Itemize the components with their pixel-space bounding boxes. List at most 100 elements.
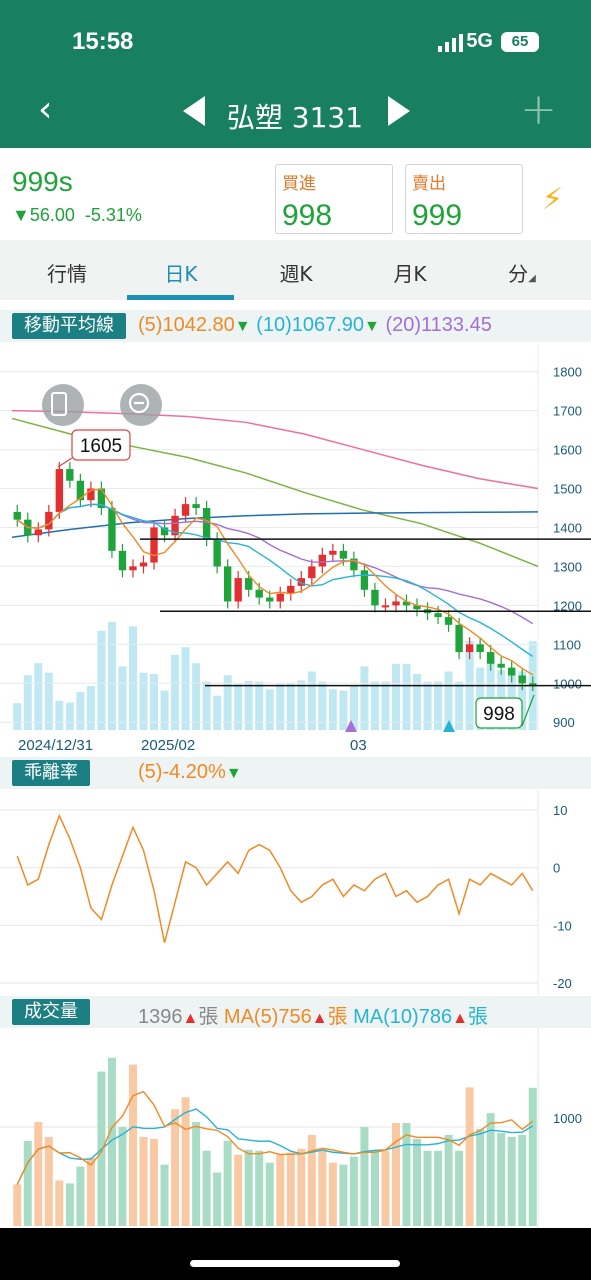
tab-quote[interactable]: 行情	[17, 258, 117, 287]
price-volume-bar	[44, 672, 53, 730]
price-volume-bar	[150, 674, 159, 730]
price-volume-bar	[328, 689, 337, 730]
price-volume-bar	[402, 663, 411, 730]
up-triangle-icon: ▲	[311, 1010, 328, 1027]
volume-bar	[465, 1087, 474, 1226]
bias-indicator-row: 乖離率 (5)-4.20%▼	[0, 757, 591, 789]
price-volume-bar	[455, 681, 464, 730]
active-tab-indicator	[127, 295, 234, 300]
next-stock-icon[interactable]	[388, 96, 410, 126]
price-volume-bar	[423, 681, 432, 730]
price-y-tick: 1100	[553, 637, 581, 652]
volume-bar	[455, 1150, 464, 1226]
tab-monthly-k[interactable]: 月K	[360, 258, 460, 287]
volume-bar	[244, 1149, 253, 1226]
price-volume-bar	[55, 700, 64, 730]
candle-body	[13, 511, 21, 520]
volume-bar	[223, 1140, 232, 1226]
bias-indicator-selector[interactable]: 乖離率	[12, 760, 90, 786]
sell-box[interactable]: 賣出 999	[405, 164, 523, 234]
price-volume-bar	[255, 681, 264, 730]
volume-bar	[171, 1109, 180, 1226]
price-chart[interactable]: 1800170016001500140013001200110010009002…	[0, 345, 591, 755]
volume-bar	[370, 1150, 379, 1226]
network-type: 5G	[466, 30, 493, 52]
nav-bar: ‹ 弘塑 3131 +	[0, 78, 591, 148]
volume-bar	[328, 1162, 337, 1226]
volume-bar	[413, 1138, 422, 1226]
volume-bar	[444, 1134, 453, 1226]
tab-minute[interactable]: 分◢	[472, 258, 572, 287]
buy-price: 998	[282, 199, 333, 232]
volume-bar	[255, 1150, 264, 1226]
volume-bar	[13, 1184, 22, 1226]
candle-body	[465, 644, 474, 653]
volume-ma5: MA(5)756	[223, 1006, 312, 1028]
volume-bar	[518, 1134, 527, 1226]
ma-indicator-selector[interactable]: 移動平均線	[12, 313, 126, 339]
candle-body	[381, 605, 390, 608]
tab-weekly-k[interactable]: 週K	[246, 258, 346, 287]
candle-body	[518, 675, 526, 684]
tab-daily-k[interactable]: 日K	[131, 258, 231, 287]
ma10-value: (10)1067.90	[256, 314, 365, 336]
volume-bar	[434, 1150, 443, 1226]
volume-bar	[65, 1183, 74, 1226]
bias-line	[16, 813, 534, 943]
ma20-value: (20)1133.45	[385, 314, 492, 336]
down-triangle-icon: ▼	[12, 205, 30, 225]
price-y-tick: 1300	[553, 559, 582, 574]
volume-bar	[213, 1172, 222, 1226]
ma-values: (5)1042.80▼ (10)1067.90▼ (20)1133.45	[138, 314, 492, 337]
candle-body	[202, 508, 211, 540]
price-volume-bar	[434, 681, 443, 730]
volume-bar	[297, 1148, 306, 1226]
volume-bar	[202, 1150, 211, 1226]
candle-body	[329, 550, 337, 555]
price-volume-bar	[118, 666, 127, 730]
ma-indicator-row: 移動平均線 (5)1042.80▼ (10)1067.90▼ (20)1133.…	[0, 310, 591, 342]
rotate-screen-icon	[42, 384, 84, 426]
candle-body	[476, 644, 484, 653]
volume-bar	[476, 1128, 485, 1226]
back-chevron-icon[interactable]: ‹	[38, 90, 52, 130]
bottom-bar	[0, 1228, 591, 1280]
volume-bar	[349, 1156, 358, 1226]
price-y-tick: 1800	[553, 365, 582, 380]
battery-icon: 65	[501, 32, 539, 52]
price-y-tick: 1400	[553, 520, 582, 535]
prev-stock-icon[interactable]	[183, 96, 205, 126]
candle-body	[508, 667, 516, 676]
signal-icon	[438, 34, 463, 52]
volume-chart[interactable]: 1000	[0, 1028, 591, 1228]
buy-box[interactable]: 買進 998	[275, 164, 393, 234]
volume-bar	[128, 1064, 137, 1226]
candle-body	[118, 550, 127, 571]
bias-y-tick: 10	[553, 803, 567, 818]
candle-body	[150, 527, 158, 563]
candle-body	[234, 578, 242, 602]
price-volume-bar	[128, 626, 137, 730]
volume-bar	[139, 1136, 148, 1226]
down-triangle-icon: ▼	[364, 318, 380, 335]
price-y-tick: 1000	[553, 676, 582, 691]
candle-body	[266, 597, 274, 602]
candle-body	[66, 469, 74, 481]
price-volume-bar	[234, 684, 243, 730]
candle-body	[308, 566, 316, 579]
price-volume-bar	[181, 647, 190, 730]
home-indicator[interactable]	[190, 1260, 400, 1267]
bias-chart[interactable]: 10 0 -10 -20	[0, 790, 591, 995]
volume-bar	[118, 1127, 127, 1226]
status-bar: 15:58 5G 65	[0, 0, 591, 78]
volume-bar	[192, 1122, 201, 1226]
high-callout-value: 1605	[80, 436, 122, 457]
volume-indicator-selector[interactable]: 成交量	[12, 999, 90, 1025]
volume-bar	[150, 1138, 159, 1226]
candle-body	[34, 529, 42, 536]
volume-bar	[86, 1157, 95, 1226]
candle-body	[455, 624, 463, 653]
volume-bar	[276, 1154, 285, 1226]
add-watchlist-icon[interactable]: +	[520, 88, 557, 132]
lightning-icon[interactable]: ⚡	[542, 182, 563, 217]
